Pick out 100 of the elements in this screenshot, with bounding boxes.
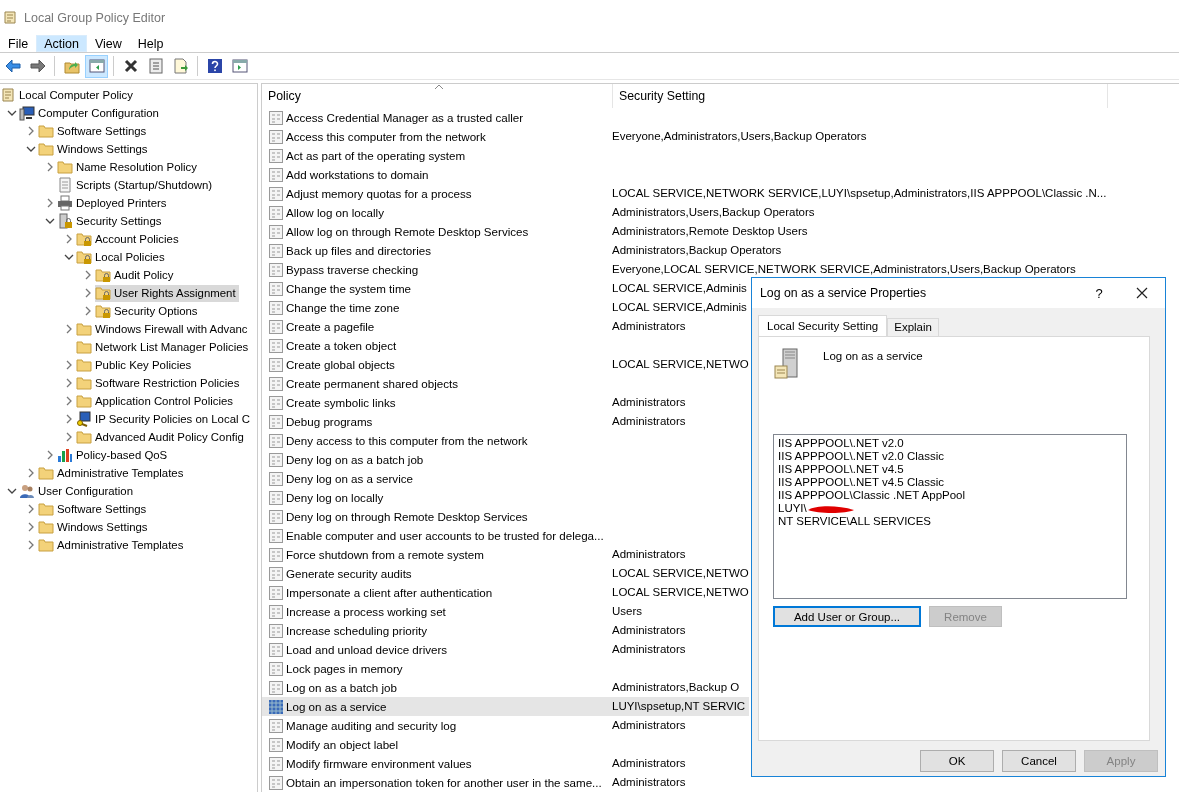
help-button[interactable]: ? xyxy=(1079,285,1119,301)
tree-item[interactable]: Policy-based QoS xyxy=(57,446,171,464)
security-setting: Administrators xyxy=(611,775,687,790)
policy-name: Manage auditing and security log xyxy=(286,719,457,732)
app-icon xyxy=(2,9,18,26)
policy-cell[interactable]: Deny log on as a service xyxy=(262,469,606,488)
column-header[interactable]: Security Setting xyxy=(613,84,1108,108)
tree-item[interactable]: User Configuration xyxy=(19,482,136,500)
policy-cell[interactable]: Allow log on locally xyxy=(262,203,606,222)
policy-cell[interactable]: Modify an object label xyxy=(262,735,606,754)
policy-cell[interactable]: Load and unload device drivers xyxy=(262,640,606,659)
tree-pane-button[interactable] xyxy=(85,54,108,78)
menu-item[interactable]: Action xyxy=(36,35,87,52)
tree-item[interactable]: Software Restriction Policies xyxy=(76,374,243,392)
account-entry[interactable]: IIS APPPOOL\Classic .NET AppPool xyxy=(778,489,966,502)
policy-cell[interactable]: Deny log on as a batch job xyxy=(262,450,606,469)
policy-cell[interactable]: Impersonate a client after authentication xyxy=(262,583,606,602)
account-list[interactable]: IIS APPPOOL\.NET v2.0 IIS APPPOOL\.NET v2.0 Classic IIS APPPOOL\.NET v4.5 IIS APPPOOL\.NET v4.5 Classic IIS APPPOOL\Classic .NET AppPool LUYI\ NT SERVICE\ALL SERVICES xyxy=(773,434,1127,599)
tree-item[interactable]: Advanced Audit Policy Config xyxy=(76,428,247,446)
policy-icon xyxy=(268,660,284,677)
policy-cell[interactable]: Debug programs xyxy=(262,412,606,431)
tree-item[interactable]: Network List Manager Policies xyxy=(76,338,252,356)
policy-cell[interactable]: Adjust memory quotas for a process xyxy=(262,184,606,203)
tree-item[interactable]: Windows Settings xyxy=(38,140,151,158)
policy-cell[interactable]: Change the system time xyxy=(262,279,606,298)
policy-cell[interactable]: Create global objects xyxy=(262,355,606,374)
tree-item[interactable]: Computer Configuration xyxy=(19,104,162,122)
account-entry[interactable]: NT SERVICE\ALL SERVICES xyxy=(778,515,931,528)
policy-icon xyxy=(268,470,284,487)
policy-icon xyxy=(268,432,284,449)
tree-item[interactable]: Windows Firewall with Advanc xyxy=(76,320,251,338)
account-entry[interactable]: LUYI\ xyxy=(778,502,807,515)
policy-cell[interactable]: Create a token object xyxy=(262,336,606,355)
tree-item[interactable]: Deployed Printers xyxy=(57,194,170,212)
tree-item[interactable]: Security Options xyxy=(95,302,201,320)
policy-cell[interactable]: Deny log on locally xyxy=(262,488,606,507)
policy-cell[interactable]: Act as part of the operating system xyxy=(262,146,606,165)
policy-cell[interactable]: Create permanent shared objects xyxy=(262,374,606,393)
tab[interactable]: Local Security Setting xyxy=(758,315,888,336)
policy-cell[interactable]: Deny log on through Remote Desktop Services xyxy=(262,507,606,526)
security-setting: Everyone,Administrators,Users,Backup Operators xyxy=(611,129,868,144)
tree-item[interactable]: Scripts (Startup/Shutdown) xyxy=(57,176,216,194)
policy-cell[interactable]: Change the time zone xyxy=(262,298,606,317)
policy-name: Back up files and directories xyxy=(286,244,431,257)
account-entry[interactable]: IIS APPPOOL\.NET v2.0 xyxy=(778,437,904,450)
tree-item[interactable]: Software Settings xyxy=(38,122,150,140)
policy-cell[interactable]: Bypass traverse checking xyxy=(262,260,606,279)
account-entry[interactable]: IIS APPPOOL\.NET v4.5 Classic xyxy=(778,476,944,489)
policy-cell[interactable]: Generate security audits xyxy=(262,564,606,583)
menu-item[interactable]: View xyxy=(86,35,130,52)
policy-cell[interactable]: Obtain an impersonation token for another user in the same... xyxy=(262,773,606,792)
dialog-button[interactable]: Cancel xyxy=(1002,750,1076,772)
tree-item[interactable]: Software Settings xyxy=(38,500,150,518)
tree-item[interactable]: Application Control Policies xyxy=(76,392,237,410)
tree-item[interactable]: Windows Settings xyxy=(38,518,151,536)
account-entry[interactable]: IIS APPPOOL\.NET v4.5 xyxy=(778,463,904,476)
policy-cell[interactable]: Enable computer and user accounts to be trusted for delega... xyxy=(262,526,606,545)
policy-cell[interactable]: Add workstations to domain xyxy=(262,165,606,184)
policy-cell[interactable]: Increase scheduling priority xyxy=(262,621,606,640)
tree-item[interactable]: User Rights Assignment xyxy=(95,284,239,302)
dialog-button[interactable]: OK xyxy=(920,750,994,772)
policy-cell[interactable]: Access this computer from the network xyxy=(262,127,606,146)
policy-cell[interactable]: Manage auditing and security log xyxy=(262,716,606,735)
policy-cell[interactable]: Back up files and directories xyxy=(262,241,606,260)
add-button[interactable]: Add User or Group... xyxy=(773,606,921,627)
tree-item[interactable]: Local Computer Policy xyxy=(0,86,136,104)
tree-item[interactable]: Security Settings xyxy=(57,212,165,230)
policy-icon xyxy=(268,679,284,696)
policy-cell[interactable]: Log on as a service xyxy=(262,697,606,716)
policy-cell[interactable]: Force shutdown from a remote system xyxy=(262,545,606,564)
tree-item[interactable]: Account Policies xyxy=(76,230,182,248)
tree-item[interactable]: Administrative Templates xyxy=(38,536,187,554)
policy-icon xyxy=(268,546,284,563)
close-icon[interactable] xyxy=(1136,287,1148,299)
security-setting: Administrators,Remote Desktop Users xyxy=(611,224,809,239)
policy-cell[interactable]: Create a pagefile xyxy=(262,317,606,336)
menu-item[interactable]: Help xyxy=(129,35,172,52)
policy-cell[interactable]: Deny access to this computer from the network xyxy=(262,431,606,450)
policy-cell[interactable]: Increase a process working set xyxy=(262,602,606,621)
policy-icon xyxy=(268,622,284,639)
policy-cell[interactable]: Create symbolic links xyxy=(262,393,606,412)
policy-icon xyxy=(268,280,284,297)
tree-item[interactable]: IP Security Policies on Local C xyxy=(76,410,253,428)
policy-cell[interactable]: Allow log on through Remote Desktop Services xyxy=(262,222,606,241)
policy-cell[interactable]: Modify firmware environment values xyxy=(262,754,606,773)
account-entry[interactable]: IIS APPPOOL\.NET v2.0 Classic xyxy=(778,450,944,463)
policy-cell[interactable]: Lock pages in memory xyxy=(262,659,606,678)
policy-cell[interactable]: Log on as a batch job xyxy=(262,678,606,697)
policy-cell[interactable]: Access Credential Manager as a trusted caller xyxy=(262,108,606,127)
menu-item[interactable]: File xyxy=(0,35,37,52)
tree-item[interactable]: Local Policies xyxy=(76,248,168,266)
tab[interactable]: Explain xyxy=(887,318,939,336)
column-header[interactable]: Policy xyxy=(262,84,613,108)
back-arrow-icon xyxy=(4,58,21,74)
policy-name: Create symbolic links xyxy=(286,396,396,409)
tree-item[interactable]: Administrative Templates xyxy=(38,464,187,482)
tree-item[interactable]: Public Key Policies xyxy=(76,356,195,374)
tree-item[interactable]: Name Resolution Policy xyxy=(57,158,200,176)
tree-item[interactable]: Audit Policy xyxy=(95,266,177,284)
policy-name: Obtain an impersonation token for another user in the same... xyxy=(286,776,602,789)
